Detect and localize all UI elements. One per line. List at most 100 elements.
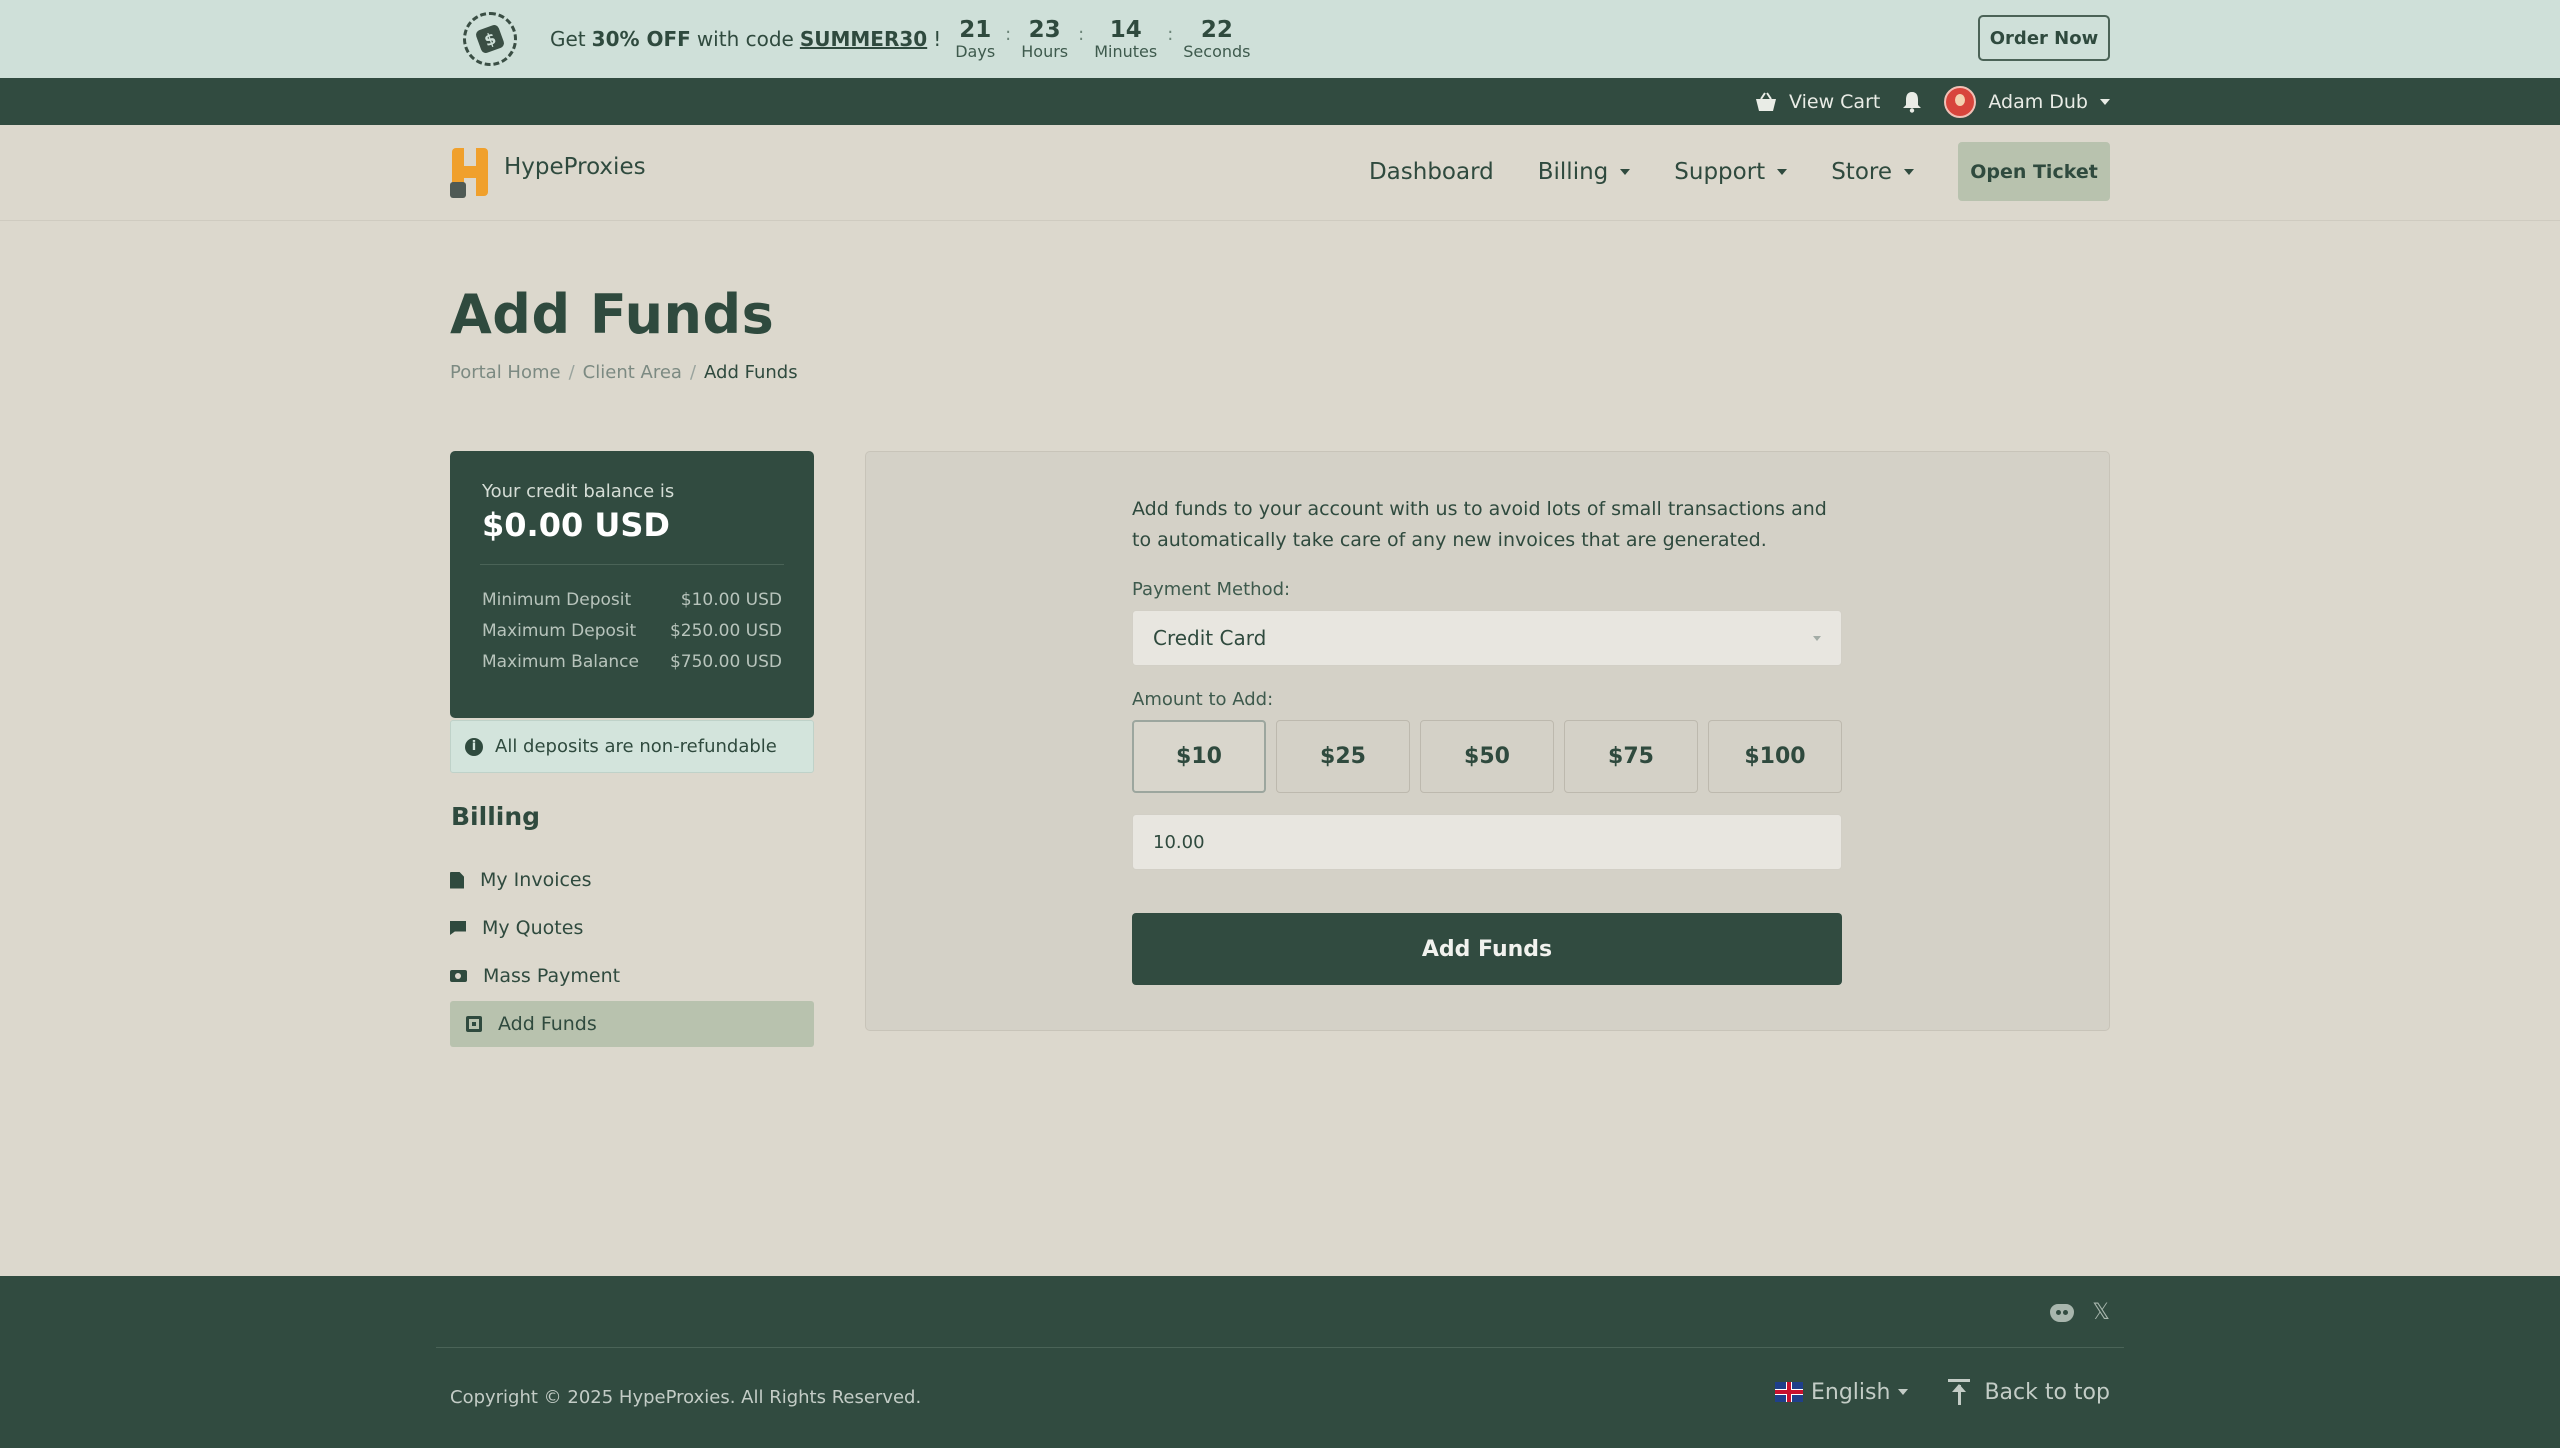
sidebar-menu: My Invoices My Quotes Mass Payment Add F… [450,857,814,1049]
hypeproxies-logo-icon [450,148,490,198]
footer-divider [436,1347,2124,1348]
page-title: Add Funds [450,283,775,346]
sidebar-item-mass-payment[interactable]: Mass Payment [450,953,814,999]
breadcrumb: Portal Home / Client Area / Add Funds [450,362,798,383]
back-to-top-link[interactable]: Back to top [1948,1379,2110,1405]
amount-label: Amount to Add: [1132,689,1274,710]
payment-method-value: Credit Card [1153,626,1267,650]
limit-label: Maximum Deposit [482,621,637,641]
balance-label: Your credit balance is [482,481,675,502]
footer: 𝕏 Copyright © 2025 HypeProxies. All Righ… [0,1276,2560,1448]
nav-item-label: Dashboard [1368,158,1494,185]
amount-100-button[interactable]: $100 [1708,720,1842,793]
breadcrumb-portal-home[interactable]: Portal Home [450,362,561,383]
nav-item-label: Billing [1537,158,1609,185]
countdown-seconds: 22 Seconds [1177,17,1256,61]
discount-icon: $ [463,12,517,66]
sidebar-item-label: Mass Payment [483,965,621,987]
countdown-timer: 21 Days : 23 Hours : 14 Minutes : 22 Sec… [949,17,1256,61]
chevron-down-icon [1898,1389,1909,1395]
countdown-value: 14 [1109,17,1142,43]
x-twitter-icon[interactable]: 𝕏 [2092,1300,2110,1325]
balance-value: $0.00 USD [482,506,670,544]
promo-bar: $ Get 30% OFF with code SUMMER30 ! 21 Da… [0,0,2560,78]
countdown-value: 23 [1028,17,1061,43]
footer-actions: English Back to top [1775,1379,2110,1405]
amount-25-button[interactable]: $25 [1276,720,1410,793]
brand-logo[interactable]: HypeProxies [450,148,646,198]
nav-billing[interactable]: Billing [1538,159,1631,185]
countdown-label: Hours [1021,42,1069,61]
limit-value: $10.00 USD [680,590,782,610]
amount-50-button[interactable]: $50 [1420,720,1554,793]
payment-method-select[interactable]: Credit Card [1132,610,1842,666]
social-links: 𝕏 [2050,1300,2110,1325]
nav-support[interactable]: Support [1674,158,1788,185]
promo-prefix: Get [550,27,586,51]
uk-flag-icon [1775,1382,1803,1402]
countdown-days: 21 Days [949,17,1001,61]
promo-discount: 30% OFF [591,27,691,51]
view-cart-link[interactable]: View Cart [1755,91,1880,113]
order-now-button[interactable]: Order Now [1978,15,2110,61]
chevron-down-icon [1813,635,1821,641]
limit-value: $250.00 USD [669,621,782,641]
promo-mid: with code [696,27,794,51]
bell-icon [1903,91,1922,113]
chevron-down-icon [1620,168,1631,175]
sidebar-item-my-invoices[interactable]: My Invoices [450,857,814,903]
amount-75-button[interactable]: $75 [1564,720,1698,793]
nav-dashboard[interactable]: Dashboard [1369,159,1494,185]
info-icon: i [465,737,483,756]
deposit-limit-row: Maximum Deposit $250.00 USD [482,616,782,647]
sidebar-item-label: Add Funds [498,1013,597,1035]
add-funds-button[interactable]: Add Funds [1132,913,1842,985]
countdown-separator: : [1005,23,1012,45]
sidebar-item-add-funds[interactable]: Add Funds [450,1001,814,1047]
countdown-separator: : [1078,23,1085,45]
money-icon [450,970,467,982]
nav-store[interactable]: Store [1831,159,1914,185]
sidebar-item-label: My Invoices [480,869,592,891]
sidebar-title: Billing [451,802,541,831]
language-selector[interactable]: English [1775,1379,1909,1405]
copyright-text: Copyright © 2025 HypeProxies. All Rights… [450,1387,922,1408]
breadcrumb-client-area[interactable]: Client Area [583,362,682,383]
arrow-up-icon [1948,1379,1971,1405]
language-label: English [1811,1379,1891,1405]
chevron-down-icon [1777,168,1788,175]
limit-label: Maximum Balance [482,652,639,672]
sidebar-item-label: My Quotes [482,917,584,939]
nav-menu: Dashboard Billing Support Store Open Tic… [1369,142,2110,201]
user-bar: View Cart Adam Dub [0,78,2560,125]
notifications-button[interactable] [1902,91,1922,113]
open-ticket-button[interactable]: Open Ticket [1958,142,2110,201]
sidebar-item-my-quotes[interactable]: My Quotes [450,905,814,951]
preset-amounts: $10 $25 $50 $75 $100 [1132,720,1842,793]
credit-balance-card: Your credit balance is $0.00 USD Minimum… [450,451,814,718]
countdown-separator: : [1167,23,1174,45]
promo-inner: $ Get 30% OFF with code SUMMER30 ! 21 Da… [450,0,2110,78]
countdown-value: 22 [1200,17,1233,43]
user-name: Adam Dub [1988,90,2088,113]
amount-10-button[interactable]: $10 [1132,720,1266,793]
view-cart-label: View Cart [1789,90,1881,113]
brand-name: HypeProxies [504,154,646,180]
countdown-minutes: 14 Minutes [1088,17,1163,61]
promo-text: Get 30% OFF with code SUMMER30 ! [550,27,941,51]
basket-icon [1756,91,1777,111]
wallet-icon [466,1016,482,1032]
payment-method-label: Payment Method: [1132,579,1291,600]
user-menu[interactable]: Adam Dub [1944,85,2110,118]
amount-input[interactable]: 10.00 [1132,814,1842,870]
breadcrumb-separator: / [689,362,697,383]
main-nav: HypeProxies Dashboard Billing Support St… [0,125,2560,221]
countdown-label: Seconds [1183,42,1251,61]
breadcrumb-separator: / [568,362,575,383]
invoice-icon [450,871,464,889]
discord-icon[interactable] [2050,1303,2075,1322]
nav-item-label: Store [1831,158,1892,185]
avatar [1944,85,1977,118]
nav-item-label: Support [1674,158,1766,185]
add-funds-form: Add funds to your account with us to avo… [1132,494,1842,985]
